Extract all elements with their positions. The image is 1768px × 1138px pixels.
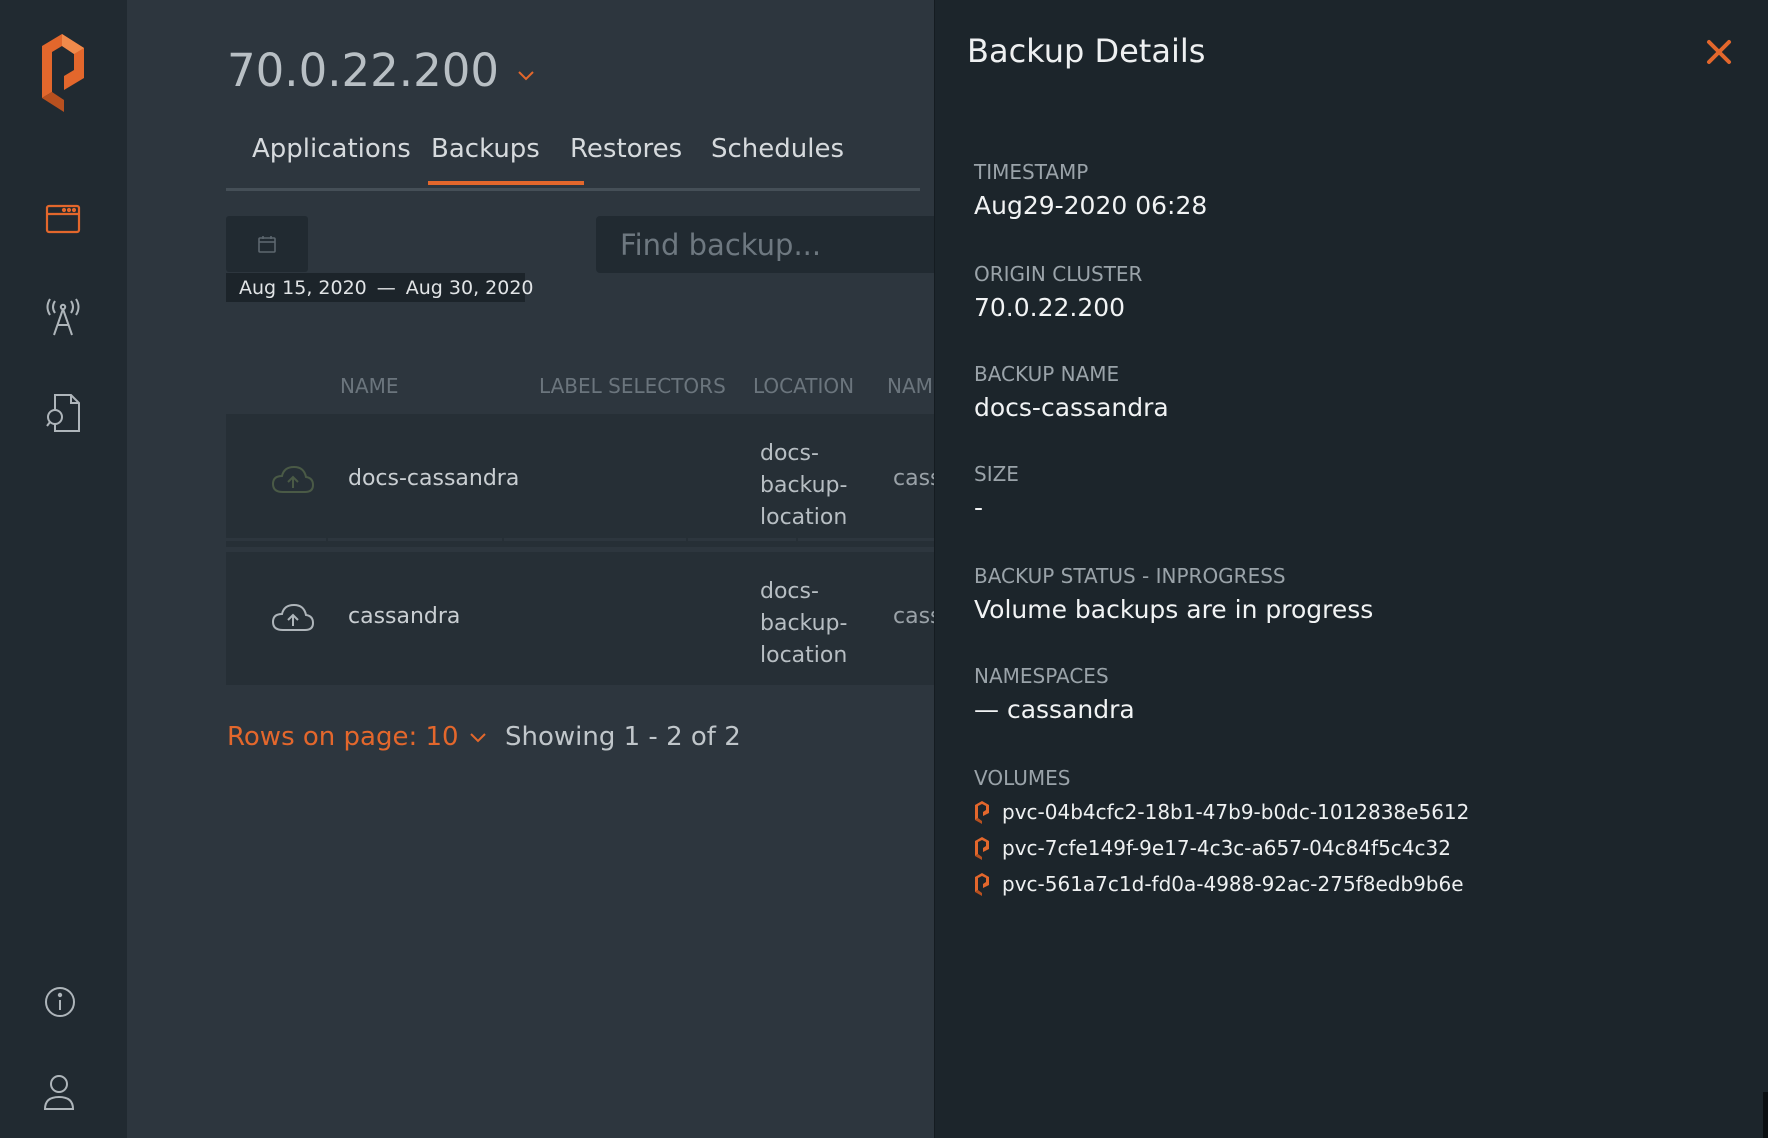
row-divider [504,538,686,541]
info-icon[interactable] [40,982,80,1022]
timestamp-value: Aug29-2020 06:28 [974,191,1208,220]
volume-item: pvc-7cfe149f-9e17-4c3c-a657-04c84f5c4c32 [974,836,1451,860]
location-line: docs- [760,441,819,466]
volumes-label: VOLUMES [974,766,1071,790]
volume-item: pvc-04b4cfc2-18b1-47b9-b0dc-1012838e5612 [974,800,1469,824]
row-divider [328,538,502,541]
date-from: Aug 15, 2020 [239,276,367,299]
cloud-upload-icon [271,603,315,631]
column-header-namespace[interactable]: NAM [887,374,933,398]
date-picker-button[interactable] [226,216,308,272]
portworx-volume-icon [975,801,989,824]
table-row[interactable]: cassandra docs- backup- location cass [226,552,942,685]
user-icon[interactable] [40,1070,78,1114]
location-line: backup- [760,473,848,498]
active-tab-indicator [428,181,584,185]
logo-icon[interactable] [38,30,90,116]
location-line: backup- [760,611,848,636]
size-label: SIZE [974,462,1019,486]
date-separator: — [376,276,396,299]
panel-title: Backup Details [967,32,1206,70]
docs-icon[interactable] [42,390,86,436]
location-line: location [760,505,848,530]
rows-per-page-label: Rows on page: 10 [227,722,459,752]
volume-id: pvc-04b4cfc2-18b1-47b9-b0dc-1012838e5612 [1002,800,1470,824]
backup-details-panel: Backup Details TIMESTAMP Aug29-2020 06:2… [934,0,1768,1138]
backup-location: docs- backup- location [760,438,847,534]
location-line: location [760,643,848,668]
portworx-volume-icon [975,837,989,860]
tab-restores[interactable]: Restores [570,134,682,164]
column-header-location[interactable]: LOCATION [753,374,854,398]
tab-backups[interactable]: Backups [431,134,540,164]
volume-item: pvc-561a7c1d-fd0a-4988-92ac-275f8edb9b6e [974,872,1464,896]
size-value: - [974,493,984,522]
tab-applications[interactable]: Applications [252,134,411,164]
portworx-volume-icon [975,873,989,896]
pagination-status: Showing 1 - 2 of 2 [505,722,741,752]
backup-location: docs- backup- location [760,576,847,672]
volume-id: pvc-7cfe149f-9e17-4c3c-a657-04c84f5c4c32 [1002,836,1451,860]
timestamp-label: TIMESTAMP [974,160,1089,184]
location-line: docs- [760,579,819,604]
origin-cluster-value: 70.0.22.200 [974,293,1126,322]
rows-per-page-select[interactable]: Rows on page: 10 [227,722,487,752]
cluster-icon[interactable] [40,294,86,340]
scrollbar-thumb[interactable] [1763,1092,1768,1138]
main-content: 70.0.22.200 Applications Backups Restore… [127,0,942,1138]
applications-icon[interactable] [40,198,86,240]
table-row[interactable]: docs-cassandra docs- backup- location ca… [226,414,942,547]
row-divider [798,538,934,541]
backup-name-label: BACKUP NAME [974,362,1120,386]
chevron-down-icon [518,70,534,80]
row-divider [688,538,796,541]
namespaces-label: NAMESPACES [974,664,1109,688]
date-range-label: Aug 15, 2020 — Aug 30, 2020 [226,273,534,302]
origin-cluster-label: ORIGIN CLUSTER [974,262,1143,286]
column-header-name[interactable]: NAME [340,374,399,398]
sidebar [0,0,127,1138]
namespaces-value: — cassandra [974,695,1135,724]
cluster-name: 70.0.22.200 [227,44,499,97]
row-divider [226,538,326,541]
backup-name[interactable]: cassandra [348,604,460,629]
close-icon[interactable] [1705,38,1733,66]
cluster-selector[interactable]: 70.0.22.200 [227,44,535,97]
backup-name-value: docs-cassandra [974,393,1169,422]
chevron-down-icon [469,733,486,743]
backup-status-value: Volume backups are in progress [974,595,1374,624]
column-header-label-selectors[interactable]: LABEL SELECTORS [539,374,726,398]
search-input[interactable]: Find backup... [596,216,934,273]
tab-schedules[interactable]: Schedules [711,134,844,164]
date-to: Aug 30, 2020 [405,276,534,299]
backup-status-label: BACKUP STATUS - INPROGRESS [974,564,1286,588]
cloud-upload-icon [271,465,315,493]
volume-id: pvc-561a7c1d-fd0a-4988-92ac-275f8edb9b6e [1002,872,1464,896]
backup-name[interactable]: docs-cassandra [348,466,519,491]
calendar-icon [258,236,276,253]
